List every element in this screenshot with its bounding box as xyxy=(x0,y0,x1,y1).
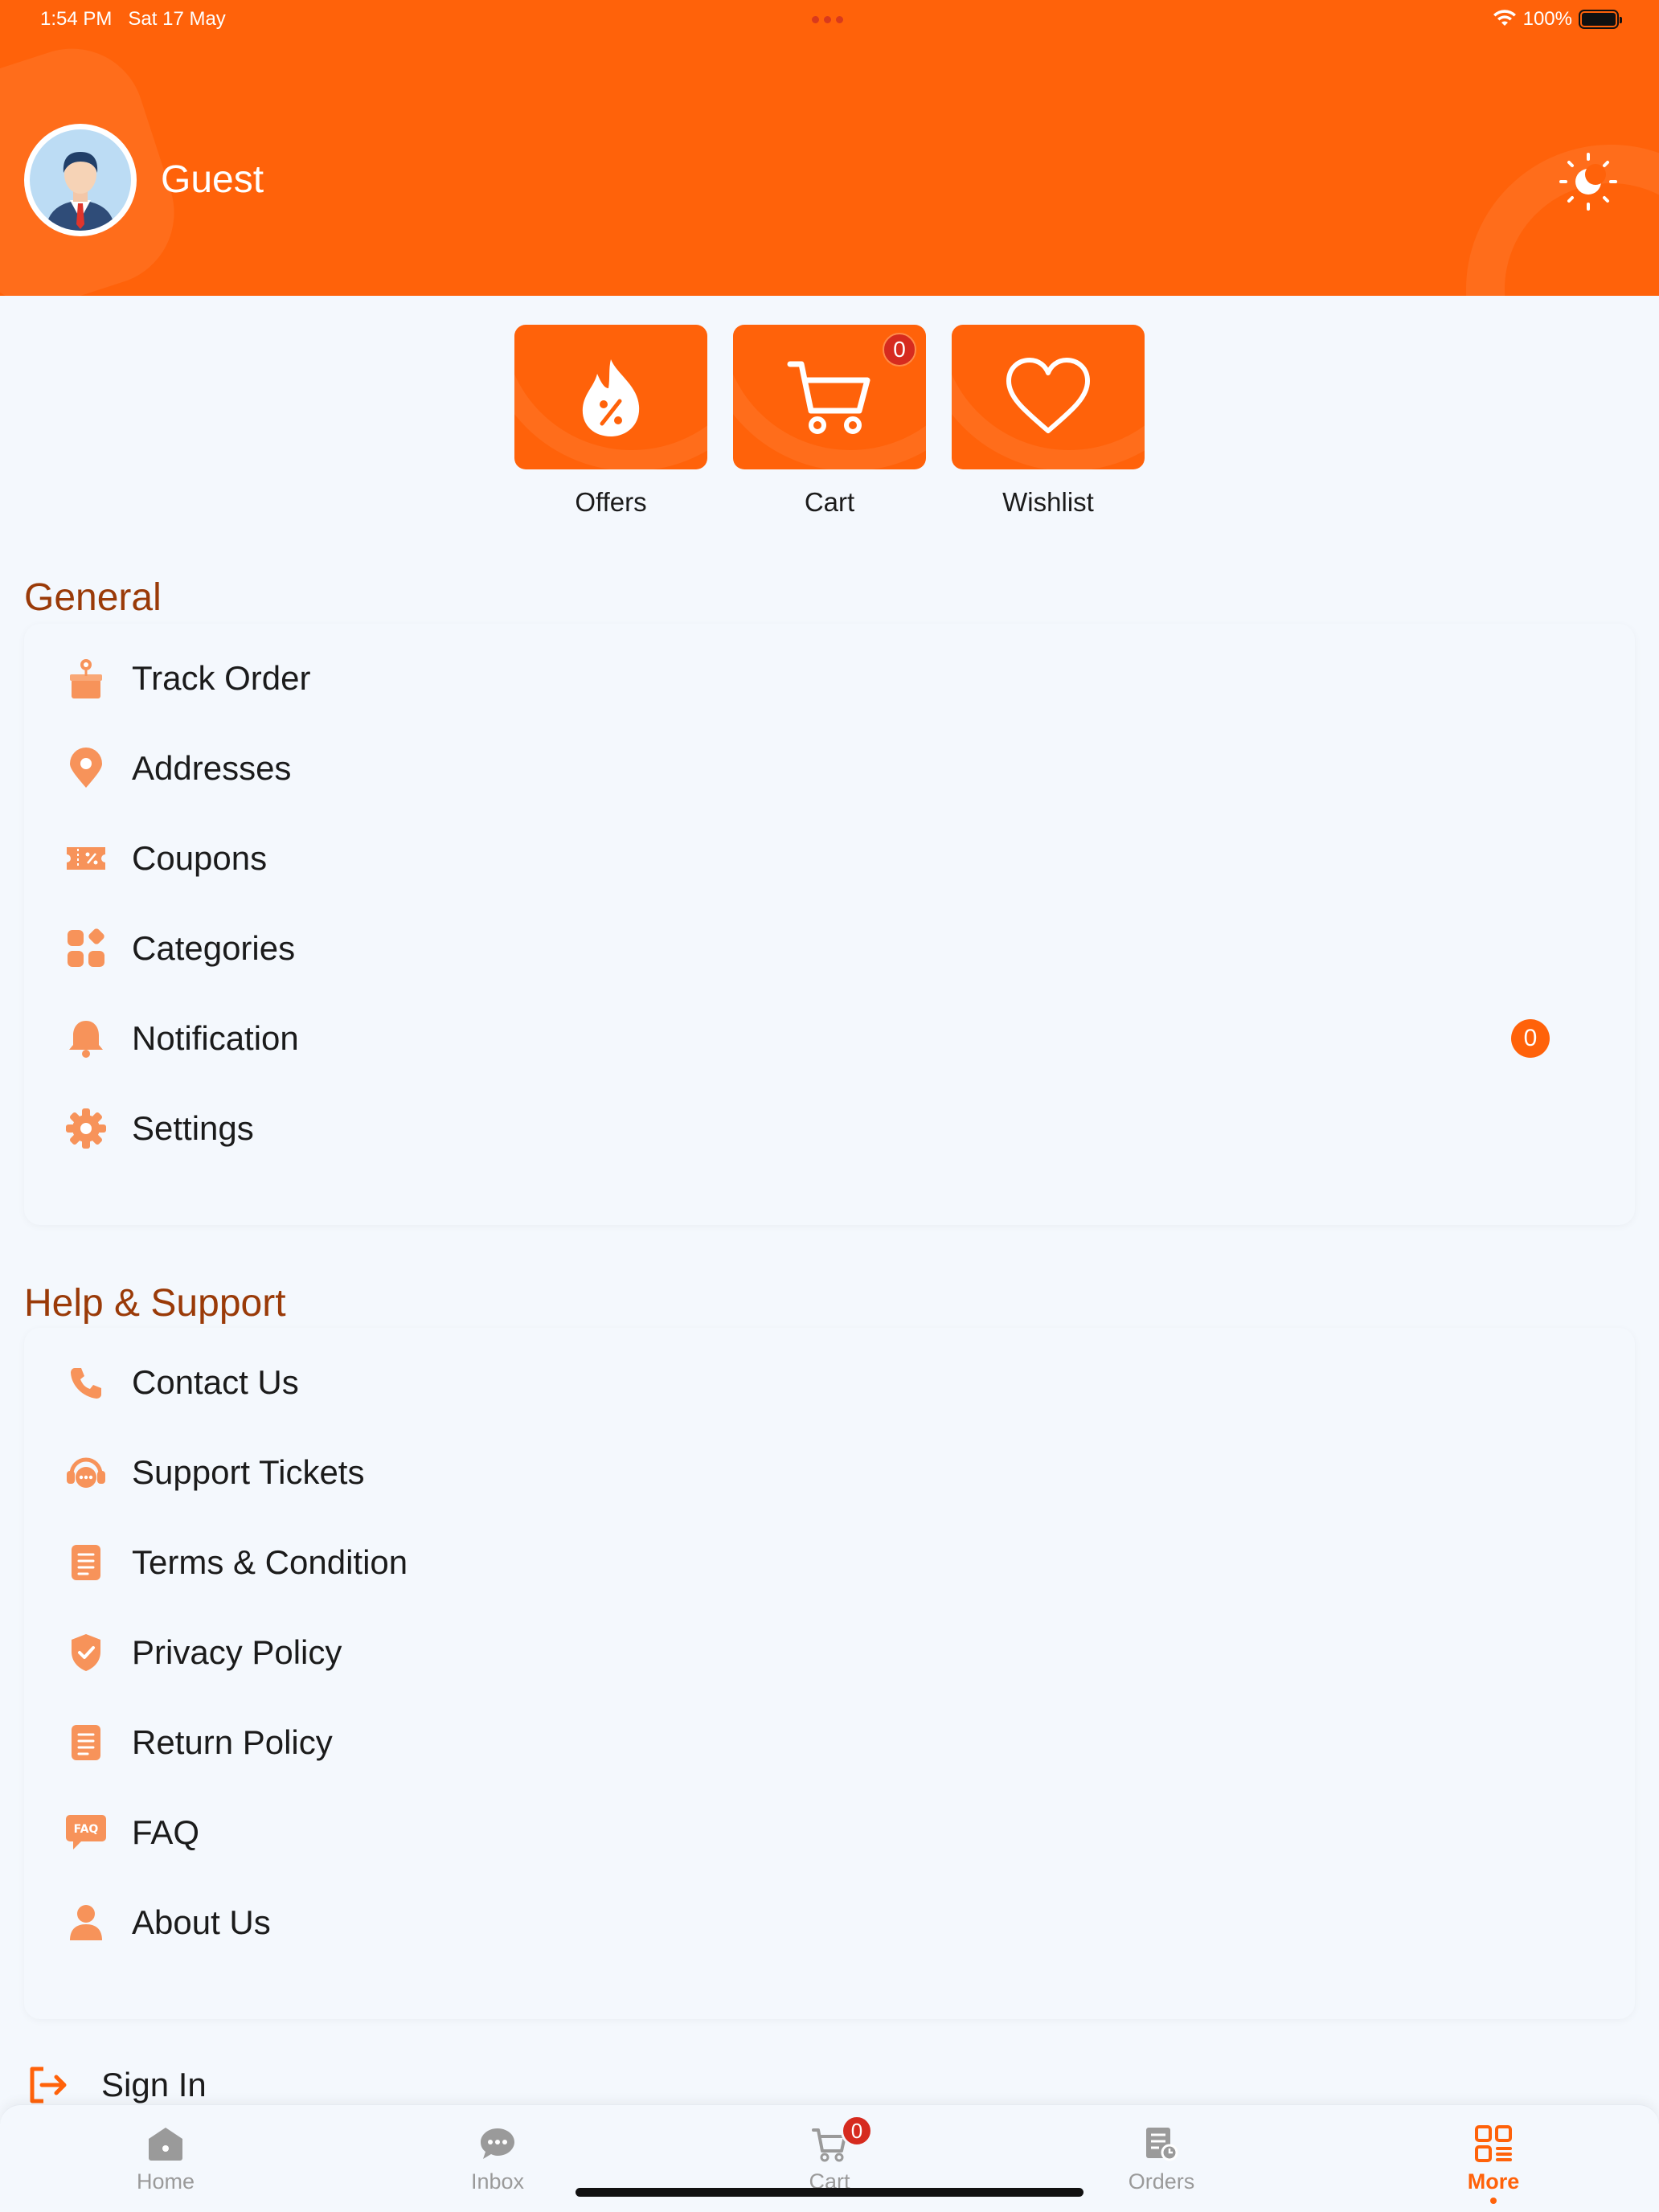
status-time: 1:54 PM Sat 17 May xyxy=(40,8,226,31)
document-icon xyxy=(64,1721,108,1764)
cart-label: Cart xyxy=(804,487,855,517)
menu-item-coupons[interactable]: Coupons xyxy=(24,813,1635,903)
nav-home[interactable]: Home xyxy=(85,2121,246,2194)
grid-icon xyxy=(1475,2125,1512,2162)
theme-toggle-icon[interactable] xyxy=(1558,150,1619,211)
avatar[interactable] xyxy=(24,124,137,236)
shield-check-icon xyxy=(64,1631,108,1674)
sign-in-button[interactable]: Sign In xyxy=(29,2066,207,2104)
menu-item-privacy-policy[interactable]: Privacy Policy xyxy=(24,1608,1635,1698)
menu-item-label: Notification xyxy=(132,1019,299,1057)
nav-cart[interactable]: 0 Cart xyxy=(749,2115,910,2194)
orders-icon xyxy=(1146,2128,1178,2161)
menu-item-label: Contact Us xyxy=(132,1363,299,1401)
nav-orders[interactable]: Orders xyxy=(1081,2121,1242,2194)
menu-item-support-tickets[interactable]: Support Tickets xyxy=(24,1428,1635,1518)
cart-icon xyxy=(787,361,870,434)
bell-icon xyxy=(64,1017,108,1060)
faq-icon: FAQ xyxy=(64,1811,108,1854)
active-indicator xyxy=(1490,2198,1497,2204)
offers-tile[interactable] xyxy=(514,325,707,469)
headset-icon xyxy=(64,1451,108,1494)
menu-item-faq[interactable]: FAQ FAQ xyxy=(24,1788,1635,1878)
heart-icon xyxy=(1006,358,1090,433)
nav-inbox[interactable]: Inbox xyxy=(417,2121,578,2194)
support-card: Contact Us Support Tickets Terms & Condi… xyxy=(24,1328,1635,2019)
menu-item-notification[interactable]: Notification 0 xyxy=(24,993,1635,1083)
status-right: 100% xyxy=(1493,8,1622,31)
home-icon xyxy=(149,2128,182,2161)
menu-item-label: Track Order xyxy=(132,659,311,697)
nav-label: Inbox xyxy=(470,2169,525,2194)
section-title-help-support: Help & Support xyxy=(24,1282,286,1325)
status-time-text: 1:54 PM xyxy=(40,8,113,30)
battery-icon xyxy=(1579,10,1622,29)
menu-item-label: Support Tickets xyxy=(132,1453,365,1491)
location-pin-icon xyxy=(64,747,108,790)
user-name: Guest xyxy=(161,158,264,201)
menu-item-label: Categories xyxy=(132,929,296,967)
sign-in-icon xyxy=(30,2067,67,2103)
track-order-icon xyxy=(64,657,108,700)
menu-item-addresses[interactable]: Addresses xyxy=(24,723,1635,813)
menu-item-label: Coupons xyxy=(132,839,268,877)
menu-item-settings[interactable]: Settings xyxy=(24,1083,1635,1174)
general-card: Track Order Addresses Coupons Categories… xyxy=(24,624,1635,1225)
offers-label: Offers xyxy=(575,487,647,517)
menu-item-return-policy[interactable]: Return Policy xyxy=(24,1698,1635,1788)
gear-icon xyxy=(64,1107,108,1150)
nav-label: More xyxy=(1467,2169,1520,2194)
menu-item-track-order[interactable]: Track Order xyxy=(24,633,1635,723)
multitasking-dots[interactable] xyxy=(812,16,843,23)
menu-item-label: Privacy Policy xyxy=(132,1633,342,1671)
menu-item-label: About Us xyxy=(132,1903,271,1941)
menu-item-label: Settings xyxy=(132,1109,254,1147)
offers-fire-icon xyxy=(582,359,640,436)
person-icon xyxy=(64,1901,108,1944)
profile-header: 1:54 PM Sat 17 May 100% Guest xyxy=(0,0,1659,296)
coupon-icon xyxy=(64,837,108,880)
document-icon xyxy=(64,1541,108,1584)
chat-icon xyxy=(481,2128,514,2159)
quick-action-cart[interactable]: 0 Cart xyxy=(733,325,926,518)
menu-item-label: Terms & Condition xyxy=(132,1543,408,1581)
svg-text:FAQ: FAQ xyxy=(74,1823,99,1836)
cart-tile[interactable]: 0 xyxy=(733,325,926,469)
menu-item-about-us[interactable]: About Us xyxy=(24,1878,1635,1968)
user-avatar-icon xyxy=(46,152,115,231)
menu-item-label: Return Policy xyxy=(132,1723,333,1761)
quick-action-wishlist[interactable]: Wishlist xyxy=(952,325,1145,518)
battery-percent: 100% xyxy=(1522,8,1572,30)
menu-item-terms-condition[interactable]: Terms & Condition xyxy=(24,1518,1635,1608)
home-indicator[interactable] xyxy=(576,2188,1083,2197)
notification-count-badge: 0 xyxy=(1511,1019,1550,1058)
menu-item-label: FAQ xyxy=(132,1813,200,1851)
nav-label: Orders xyxy=(1128,2169,1195,2194)
nav-more[interactable]: More xyxy=(1413,2121,1574,2204)
menu-item-label: Addresses xyxy=(132,749,292,787)
menu-item-contact-us[interactable]: Contact Us xyxy=(24,1337,1635,1428)
phone-icon xyxy=(64,1361,108,1404)
status-date-text: Sat 17 May xyxy=(128,8,226,30)
categories-icon xyxy=(64,927,108,970)
menu-item-categories[interactable]: Categories xyxy=(24,903,1635,993)
sign-in-label: Sign In xyxy=(101,2066,207,2103)
wifi-icon xyxy=(1493,10,1516,26)
wishlist-label: Wishlist xyxy=(1002,487,1094,517)
cart-count-badge: 0 xyxy=(883,333,916,367)
nav-cart-badge: 0 xyxy=(841,2115,873,2147)
section-title-general: General xyxy=(24,576,162,619)
quick-action-offers[interactable]: Offers xyxy=(514,325,707,518)
wishlist-tile[interactable] xyxy=(952,325,1145,469)
status-bar: 1:54 PM Sat 17 May 100% xyxy=(0,8,1659,40)
nav-label: Home xyxy=(136,2169,195,2194)
